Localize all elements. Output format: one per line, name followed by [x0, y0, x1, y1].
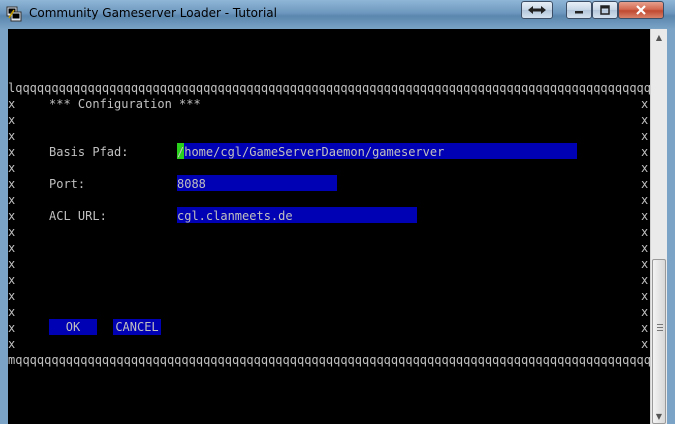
dialog-border-left: xxxxxxxxxxxxxxxx: [8, 97, 16, 351]
dialog-border-top: lqqqqqqqqqqqqqqqqqqqqqqqqqqqqqqqqqqqqqqq…: [8, 81, 650, 95]
vertical-scrollbar[interactable]: ▲ ▼: [650, 29, 667, 424]
window-frame-right: [667, 29, 675, 424]
scroll-thumb[interactable]: [652, 259, 666, 424]
scroll-down-icon[interactable]: ▼: [651, 408, 667, 424]
move-arrows-icon: [528, 6, 546, 14]
putty-icon[interactable]: [6, 6, 22, 22]
grip-line: [657, 327, 663, 328]
basis-pfad-value: /home/cgl/GameServerDaemon/gameserver: [177, 145, 445, 159]
acl-url-value: cgl.clanmeets.de: [177, 209, 293, 223]
acl-url-label: ACL URL:: [49, 209, 107, 223]
port-label: Port:: [49, 177, 86, 191]
scroll-up-icon[interactable]: ▲: [651, 29, 667, 45]
maximize-icon: [600, 5, 610, 15]
terminal-screen[interactable]: lqqqqqqqqqqqqqqqqqqqqqqqqqqqqqqqqqqqqqqq…: [8, 29, 650, 424]
close-icon: [636, 5, 646, 15]
maximize-button[interactable]: [592, 1, 618, 19]
ok-button[interactable]: OK: [49, 319, 97, 335]
close-button[interactable]: [618, 1, 664, 19]
window-title: Community Gameserver Loader - Tutorial: [29, 6, 277, 20]
move-button[interactable]: [521, 1, 553, 19]
title-bar[interactable]: Community Gameserver Loader - Tutorial: [0, 0, 675, 29]
window-frame-left: [0, 29, 8, 424]
grip-line: [657, 330, 663, 331]
basis-pfad-label: Basis Pfad:: [49, 145, 129, 159]
minimize-button[interactable]: [566, 1, 592, 19]
cancel-button[interactable]: CANCEL: [113, 319, 161, 335]
port-value: 8088: [177, 177, 206, 191]
dialog-heading: *** Configuration ***: [49, 97, 201, 111]
dialog-border-bottom: mqqqqqqqqqqqqqqqqqqqqqqqqqqqqqqqqqqqqqqq…: [8, 353, 650, 367]
terminal-window: Community Gameserver Loader - Tutorial l…: [0, 0, 675, 424]
dialog-border-right: xxxxxxxxxxxxxxxx: [641, 97, 649, 351]
grip-line: [657, 324, 663, 325]
minimize-icon: [575, 11, 583, 14]
